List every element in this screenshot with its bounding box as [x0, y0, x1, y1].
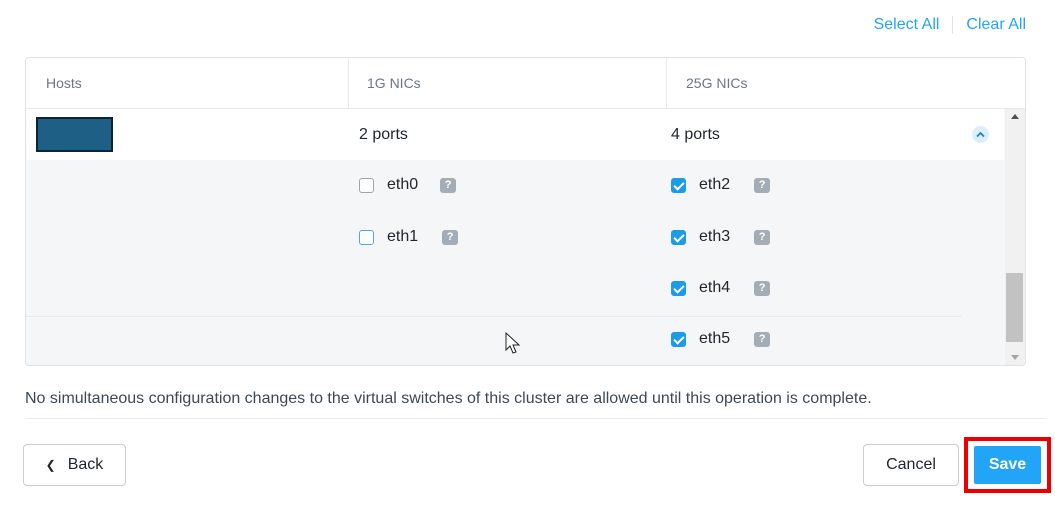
host-row[interactable]: 2 ports 4 ports [26, 109, 1004, 160]
actions-divider [952, 16, 954, 34]
scroll-up-arrow[interactable] [1005, 109, 1025, 127]
chevron-left-icon: ❮ [45, 458, 56, 472]
question-icon[interactable]: ? [440, 177, 457, 193]
question-icon[interactable]: ? [754, 331, 771, 347]
checkbox-eth3[interactable] [671, 229, 686, 245]
collapse-row-button[interactable] [972, 126, 989, 143]
column-header-25g-nics: 25G NICs [686, 75, 748, 91]
nic-label: eth5 [699, 330, 731, 347]
nic-option-eth0[interactable]: eth0 ? [359, 175, 457, 195]
table-header: Hosts 1G NICs 25G NICs [26, 58, 1025, 109]
back-button[interactable]: ❮ Back [23, 444, 126, 486]
cancel-button[interactable]: Cancel [863, 444, 959, 486]
cancel-button-label: Cancel [886, 456, 936, 473]
operation-notice: No simultaneous configuration changes to… [25, 390, 872, 407]
question-icon[interactable]: ? [754, 177, 771, 193]
mouse-pointer-icon [505, 332, 521, 354]
nic-label: eth0 [387, 176, 419, 193]
back-button-label: Back [67, 456, 104, 473]
one-g-port-count: 2 ports [359, 126, 408, 143]
checkbox-eth0[interactable] [359, 177, 374, 193]
nic-option-eth3[interactable]: eth3 ? [671, 227, 771, 247]
nic-label: eth1 [387, 228, 419, 245]
select-all-link[interactable]: Select All [874, 16, 940, 34]
chevron-up-icon [976, 131, 985, 138]
scrollbar-thumb[interactable] [1006, 273, 1023, 342]
save-button-label: Save [988, 456, 1027, 473]
table-body: 2 ports 4 ports eth0 ? eth1 ? eth2 ? eth… [26, 109, 1004, 365]
nic-selection-table: Hosts 1G NICs 25G NICs 2 ports 4 ports e… [25, 57, 1026, 366]
checkbox-eth5[interactable] [671, 331, 686, 347]
question-icon[interactable]: ? [442, 229, 459, 245]
column-header-hosts: Hosts [26, 58, 349, 109]
checkbox-eth4[interactable] [671, 280, 686, 296]
twentyfive-g-port-count: 4 ports [671, 126, 720, 143]
scroll-down-arrow[interactable] [1005, 348, 1025, 365]
nic-label: eth3 [699, 228, 731, 245]
nic-label: eth4 [699, 279, 731, 296]
save-button[interactable]: Save [974, 446, 1041, 484]
nic-option-eth5[interactable]: eth5 ? [671, 329, 771, 349]
nic-option-eth4[interactable]: eth4 ? [671, 278, 771, 298]
checkbox-eth2[interactable] [671, 177, 686, 193]
checkbox-eth1[interactable] [359, 229, 374, 245]
row-divider [26, 316, 961, 317]
column-header-1g-nics: 1G NICs [349, 58, 667, 109]
table-scrollbar[interactable] [1005, 109, 1025, 365]
nic-option-eth1[interactable]: eth1 ? [359, 227, 459, 247]
question-icon[interactable]: ? [754, 229, 771, 245]
table-actions: Select All Clear All [874, 16, 1026, 34]
nic-option-eth2[interactable]: eth2 ? [671, 175, 771, 195]
clear-all-link[interactable]: Clear All [966, 16, 1026, 34]
host-name-redacted [36, 117, 113, 152]
nic-label: eth2 [699, 176, 731, 193]
footer-divider [25, 418, 1047, 419]
question-icon[interactable]: ? [754, 280, 771, 296]
